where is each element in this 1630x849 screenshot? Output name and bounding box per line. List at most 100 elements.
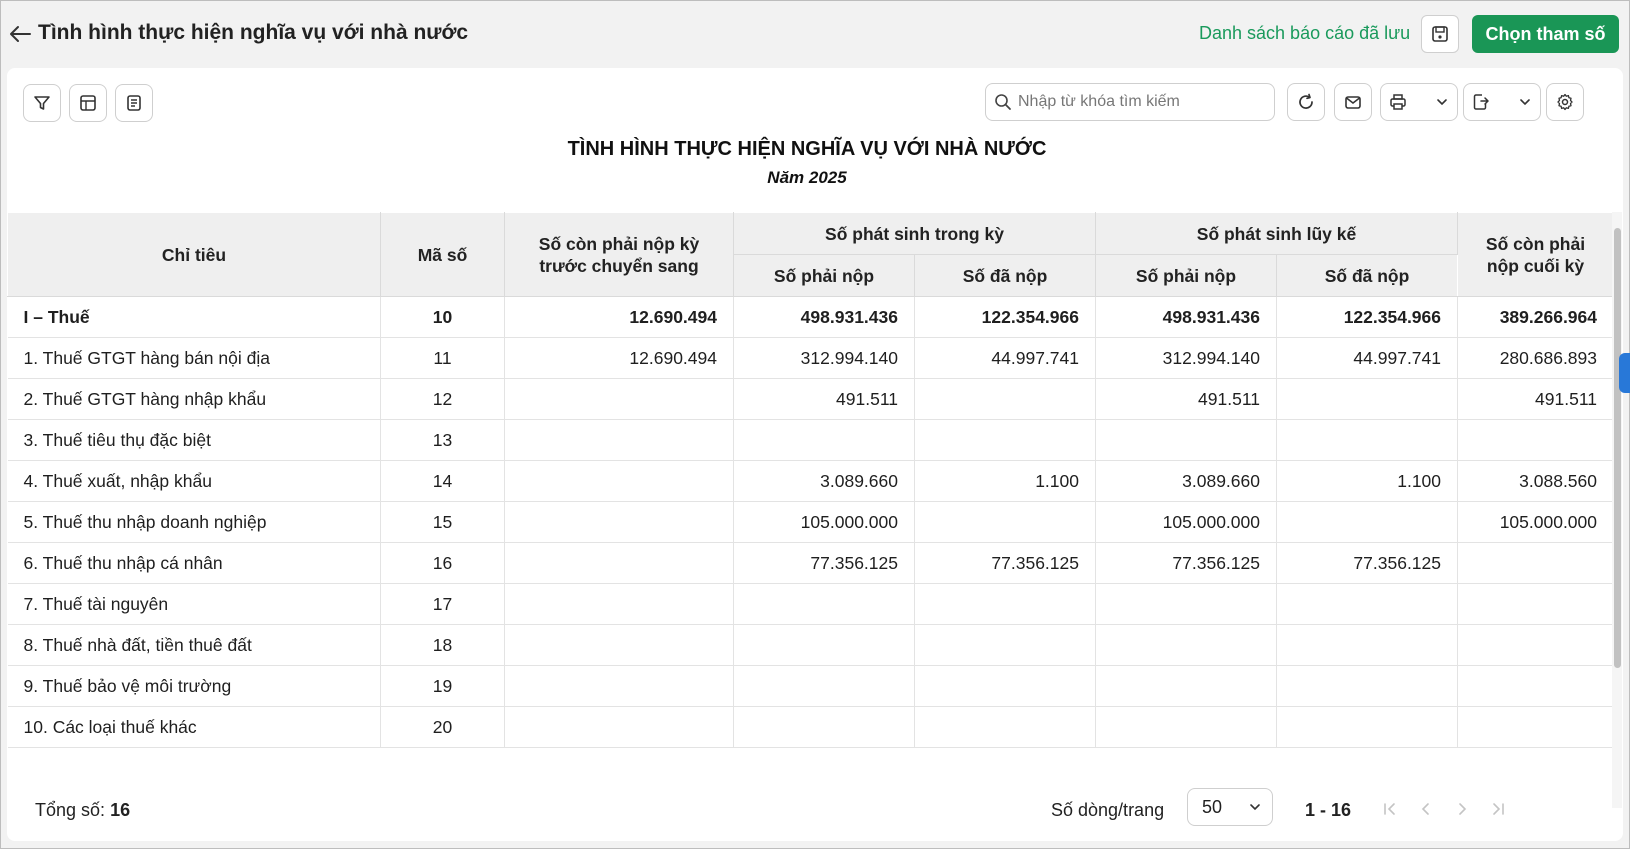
export-icon [1473,94,1489,110]
search-icon [995,94,1011,110]
col-group-period: Số phát sinh trong kỳ [733,212,1096,255]
cell-code: 13 [380,419,505,461]
last-page-icon[interactable] [1487,798,1509,820]
cell-closing [1457,542,1612,584]
document-icon [127,95,141,111]
cell-cumulative-paid: 122.354.966 [1276,296,1459,338]
gear-icon [1557,93,1573,111]
cell-code: 11 [380,337,505,379]
cell-code: 14 [380,460,505,502]
cell-code: 12 [380,378,505,420]
cell-opening [504,542,734,584]
saved-reports-link[interactable]: Danh sách báo cáo đã lưu [1199,23,1410,44]
col-header-cumulative-paid[interactable]: Số đã nộp [1275,254,1459,297]
cell-closing: 3.088.560 [1457,460,1612,502]
settings-button[interactable] [1546,83,1584,121]
report-card: TÌNH HÌNH THỰC HIỆN NGHĨA VỤ VỚI NHÀ NƯỚ… [7,68,1623,841]
table-row[interactable]: 5. Thuế thu nhập doanh nghiệp 15 105.000.0… [7,501,1612,543]
cell-opening [504,460,734,502]
cell-code: 18 [380,624,505,666]
col-header-cumulative-payable[interactable]: Số phải nộp [1095,254,1277,297]
table-row[interactable]: 1. Thuế GTGT hàng bán nội địa 11 12.690.49… [7,337,1612,379]
scrollbar-thumb[interactable] [1614,228,1621,668]
cell-cumulative-payable [1095,706,1277,748]
cell-opening [504,583,734,625]
refresh-button[interactable] [1287,83,1325,121]
table-row[interactable]: 8. Thuế nhà đất, tiền thuê đất 18 [7,624,1612,666]
rows-per-page-select[interactable]: 50 [1187,788,1273,826]
cell-closing [1457,706,1612,748]
refresh-icon [1299,93,1313,109]
filter-button[interactable] [23,84,61,122]
report-table: Chỉ tiêu Mã số Số còn phải nộp kỳ trước … [7,212,1612,748]
cell-period-paid [914,583,1096,625]
document-button[interactable] [115,84,153,122]
col-header-opening[interactable]: Số còn phải nộp kỳ trước chuyển sang [504,212,734,297]
cell-indicator: 8. Thuế nhà đất, tiền thuê đất [7,624,381,666]
col-header-period-payable[interactable]: Số phải nộp [733,254,915,297]
col-header-indicator[interactable]: Chỉ tiêu [7,212,381,297]
cell-indicator: 7. Thuế tài nguyên [7,583,381,625]
search-box [985,83,1275,121]
save-report-button[interactable] [1421,15,1459,53]
table-body: I – Thuế 10 12.690.494 498.931.436 122.354.9… [7,296,1612,748]
cell-cumulative-payable: 491.511 [1095,378,1277,420]
cell-period-paid [914,501,1096,543]
report-subtitle: Năm 2025 [767,168,847,187]
cell-cumulative-paid: 44.997.741 [1276,337,1459,379]
table-row[interactable]: 10. Các loại thuế khác 20 [7,706,1612,748]
cell-period-payable [733,583,915,625]
cell-cumulative-payable [1095,419,1277,461]
next-page-icon[interactable] [1451,798,1473,820]
print-button[interactable] [1380,83,1458,121]
page-title: Tình hình thực hiện nghĩa vụ với nhà nướ… [38,21,469,44]
back-arrow-icon[interactable] [7,21,33,47]
cell-period-paid [914,378,1096,420]
cell-period-payable: 312.994.140 [733,337,915,379]
table-row[interactable]: 9. Thuế bảo vệ môi trường 19 [7,665,1612,707]
rows-per-page-value: 50 [1202,796,1223,817]
side-panel-toggle[interactable] [1619,353,1630,393]
cell-opening: 12.690.494 [504,296,734,338]
cell-cumulative-paid [1276,624,1459,666]
cell-closing [1457,419,1612,461]
chevron-down-icon [1250,804,1260,811]
cell-opening [504,624,734,666]
cell-code: 17 [380,583,505,625]
cell-closing: 389.266.964 [1457,296,1612,338]
table-row[interactable]: 3. Thuế tiêu thụ đặc biệt 13 [7,419,1612,461]
export-button[interactable] [1463,83,1541,121]
table-footer: Tổng số: 16 Số dòng/trang 50 1 - 16 [7,772,1612,838]
cell-cumulative-payable: 312.994.140 [1095,337,1277,379]
first-page-icon[interactable] [1379,798,1401,820]
table-row[interactable]: I – Thuế 10 12.690.494 498.931.436 122.354.9… [7,296,1612,338]
cell-indicator: 1. Thuế GTGT hàng bán nội địa [7,337,381,379]
cell-cumulative-paid [1276,378,1459,420]
choose-params-button[interactable]: Chọn tham số [1472,15,1619,53]
page-range: 1 - 16 [1305,800,1352,820]
col-header-code[interactable]: Mã số [380,212,505,297]
email-button[interactable] [1334,83,1372,121]
cell-period-paid [914,624,1096,666]
prev-page-icon[interactable] [1415,798,1437,820]
vertical-scrollbar[interactable] [1612,212,1622,808]
col-header-closing[interactable]: Số còn phải nộp cuối kỳ [1457,212,1612,297]
table-row[interactable]: 6. Thuế thu nhập cá nhân 16 77.356.125 77.3… [7,542,1612,584]
cell-period-paid: 44.997.741 [914,337,1096,379]
report-title: TÌNH HÌNH THỰC HIỆN NGHĨA VỤ VỚI NHÀ NƯỚ… [567,138,1047,160]
cell-opening: 12.690.494 [504,337,734,379]
cell-closing [1457,624,1612,666]
table-row[interactable]: 7. Thuế tài nguyên 17 [7,583,1612,625]
table-layout-button[interactable] [69,84,107,122]
table-row[interactable]: 2. Thuế GTGT hàng nhập khẩu 12 491.511 491.… [7,378,1612,420]
cell-period-paid: 77.356.125 [914,542,1096,584]
cell-period-payable [733,419,915,461]
cell-period-paid [914,665,1096,707]
cell-period-payable [733,665,915,707]
cell-period-paid [914,706,1096,748]
table-row[interactable]: 4. Thuế xuất, nhập khẩu 14 3.089.660 1.100 3… [7,460,1612,502]
search-input[interactable] [1018,93,1258,111]
cell-cumulative-paid: 1.100 [1276,460,1459,502]
cell-period-paid [914,419,1096,461]
col-header-period-paid[interactable]: Số đã nộp [914,254,1096,297]
